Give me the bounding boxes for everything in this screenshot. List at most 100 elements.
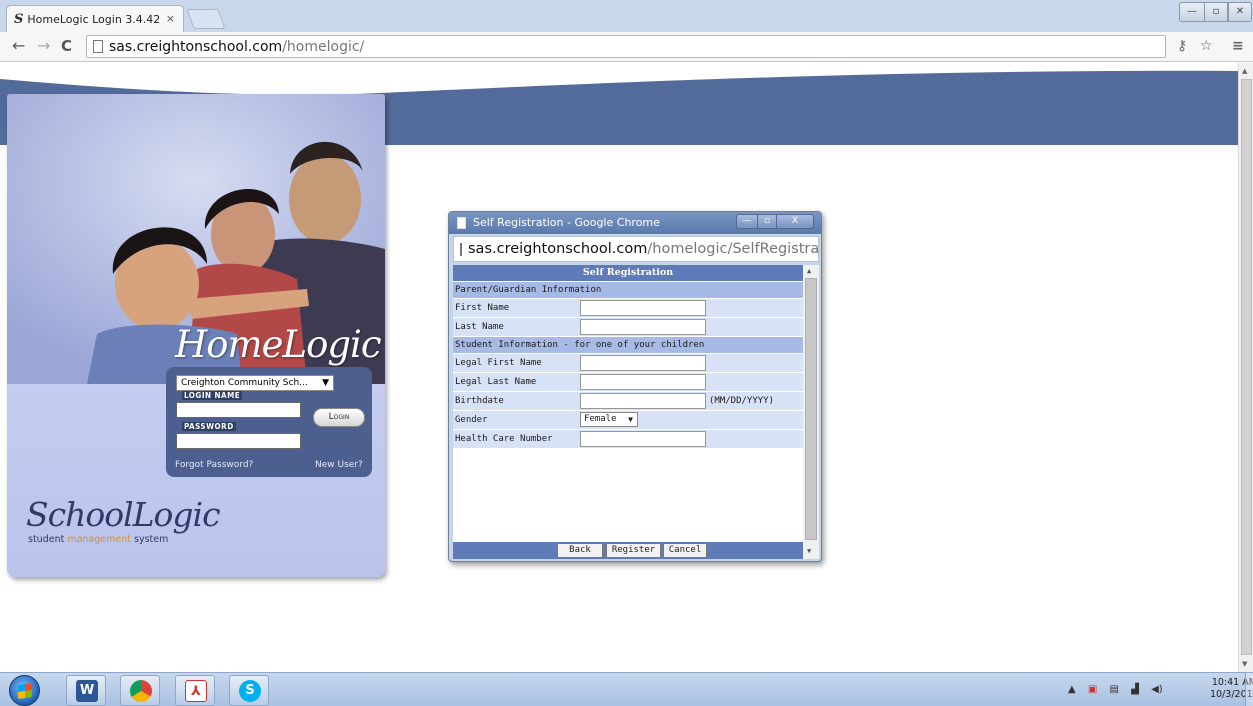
address-bar[interactable]: sas.creightonschool.com/homelogic/ [86, 35, 1166, 58]
new-user-link[interactable]: New User? [315, 460, 363, 470]
forward-arrow-icon[interactable]: → [37, 38, 50, 54]
reload-icon[interactable]: C [61, 38, 72, 54]
page-viewport: HomeLogic Creighton Community Sch... ▼ L… [0, 63, 1253, 672]
password-label: PASSWORD [182, 422, 236, 431]
windows-logo-icon [18, 683, 32, 699]
menu-hamburger-icon[interactable]: ≡ [1232, 38, 1244, 54]
tagline-word-2: management [67, 534, 131, 545]
popup-close-button[interactable]: X [776, 214, 814, 229]
popup-title: Self Registration - Google Chrome [473, 216, 660, 229]
row-birthdate: Birthdate (MM/DD/YYYY) [453, 392, 803, 410]
self-registration-window: Self Registration - Google Chrome — ▫ X … [448, 211, 822, 562]
volume-icon[interactable]: ◀) [1151, 684, 1163, 695]
login-name-input[interactable] [176, 402, 301, 418]
taskbar-chrome[interactable] [120, 675, 160, 706]
chrome-icon [130, 680, 152, 702]
show-desktop-button[interactable] [1245, 673, 1253, 706]
first-name-input[interactable] [580, 300, 706, 316]
legal-first-name-input[interactable] [580, 355, 706, 371]
birthdate-label: Birthdate [455, 396, 504, 406]
birthdate-input[interactable] [580, 393, 706, 409]
back-arrow-icon[interactable]: ← [12, 38, 25, 54]
forgot-password-link[interactable]: Forgot Password? [175, 460, 253, 470]
birthdate-format-hint: (MM/DD/YYYY) [709, 396, 775, 406]
url-host: sas.creightonschool.com [109, 38, 283, 55]
last-name-label: Last Name [455, 322, 504, 332]
login-button[interactable]: Login [313, 408, 365, 427]
scroll-down-icon[interactable]: ▼ [1242, 660, 1247, 668]
network-icon[interactable]: ▟ [1131, 684, 1139, 695]
popup-url-path: /homelogic/SelfRegistration/ [647, 241, 819, 257]
window-maximize-button[interactable]: ▫ [1204, 2, 1228, 22]
popup-maximize-button[interactable]: ▫ [757, 214, 777, 229]
window-minimize-button[interactable]: — [1179, 2, 1205, 22]
row-gender: Gender Female ▼ [453, 411, 803, 429]
browser-toolbar: ← → C sas.creightonschool.com/homelogic/… [0, 32, 1253, 62]
word-icon: W [76, 680, 98, 702]
last-name-input[interactable] [580, 319, 706, 335]
start-button[interactable] [9, 675, 40, 706]
register-button[interactable]: Register [606, 543, 661, 558]
health-care-number-label: Health Care Number [455, 434, 553, 444]
page-icon [460, 242, 462, 256]
row-legal-first-name: Legal First Name [453, 354, 803, 372]
popup-titlebar[interactable]: Self Registration - Google Chrome — ▫ X [449, 212, 821, 234]
window-close-button[interactable]: ✕ [1228, 2, 1252, 22]
school-select-value: Creighton Community Sch... [181, 378, 308, 388]
popup-scroll-thumb[interactable] [805, 278, 817, 540]
tab-close-icon[interactable]: × [166, 12, 175, 25]
dropdown-arrow-icon: ▼ [322, 378, 329, 388]
dropdown-arrow-icon: ▼ [628, 415, 633, 424]
login-panel: Creighton Community Sch... ▼ LOGIN NAME … [166, 367, 372, 477]
scroll-up-icon[interactable]: ▲ [1242, 67, 1247, 75]
skype-icon: S [239, 680, 261, 702]
password-input[interactable] [176, 433, 301, 449]
new-tab-button[interactable] [186, 9, 226, 29]
school-select[interactable]: Creighton Community Sch... ▼ [176, 375, 334, 391]
scroll-up-icon[interactable]: ▲ [807, 267, 811, 275]
back-button[interactable]: Back [557, 543, 603, 558]
form-title: Self Registration [453, 265, 803, 281]
row-health-care-number: Health Care Number [453, 430, 803, 448]
popup-address-bar[interactable]: sas.creightonschool.com/homelogic/SelfRe… [453, 236, 819, 262]
login-name-label: LOGIN NAME [182, 391, 243, 400]
page-scroll-thumb[interactable] [1241, 79, 1252, 655]
first-name-label: First Name [455, 303, 510, 313]
legal-last-name-input[interactable] [580, 374, 706, 390]
taskbar-acrobat[interactable]: ⅄ [175, 675, 215, 706]
tagline-word-3: system [134, 534, 169, 545]
scroll-down-icon[interactable]: ▼ [807, 547, 811, 555]
cancel-button[interactable]: Cancel [663, 543, 707, 558]
tray-expand-icon[interactable]: ▲ [1068, 684, 1076, 695]
homelogic-logo: HomeLogic [175, 323, 382, 366]
gender-select[interactable]: Female ▼ [580, 412, 638, 427]
row-last-name: Last Name [453, 318, 803, 336]
schoollogic-favicon-icon: S [14, 12, 24, 27]
page-scrollbar[interactable]: ▲ ▼ [1238, 63, 1253, 672]
bookmark-star-icon[interactable]: ☆ [1200, 38, 1213, 54]
browser-tabstrip: S HomeLogic Login 3.4.42 × — ▫ ✕ [0, 0, 1253, 33]
schoollogic-tagline: student management system [28, 534, 168, 545]
section-parent-info: Parent/Guardian Information [453, 282, 803, 298]
device-icon[interactable]: ▤ [1110, 684, 1119, 695]
document-icon [457, 217, 466, 229]
windows-taskbar: W ⅄ S ▲ ▣ ▤ ▟ ◀) 10:41 AM 10/3/2014 [0, 672, 1253, 706]
acrobat-icon: ⅄ [185, 680, 207, 702]
login-card: HomeLogic Creighton Community Sch... ▼ L… [7, 94, 385, 577]
taskbar-word[interactable]: W [66, 675, 106, 706]
browser-tab[interactable]: S HomeLogic Login 3.4.42 × [6, 5, 184, 33]
section-student-info: Student Information - for one of your ch… [453, 337, 803, 353]
row-first-name: First Name [453, 299, 803, 317]
schoollogic-logo: SchoolLogic [26, 495, 221, 534]
flag-icon[interactable]: ▣ [1088, 684, 1097, 695]
gender-select-value: Female [584, 414, 617, 424]
form-footer: Back Register Cancel [453, 542, 803, 559]
popup-scrollbar[interactable]: ▲ ▼ [803, 265, 819, 559]
taskbar-skype[interactable]: S [229, 675, 269, 706]
legal-first-name-label: Legal First Name [455, 358, 542, 368]
health-care-number-input[interactable] [580, 431, 706, 447]
registration-form: Self Registration Parent/Guardian Inform… [453, 265, 819, 559]
key-icon[interactable]: ⚷ [1177, 38, 1187, 54]
popup-minimize-button[interactable]: — [736, 214, 758, 229]
url-path: /homelogic/ [282, 38, 365, 55]
